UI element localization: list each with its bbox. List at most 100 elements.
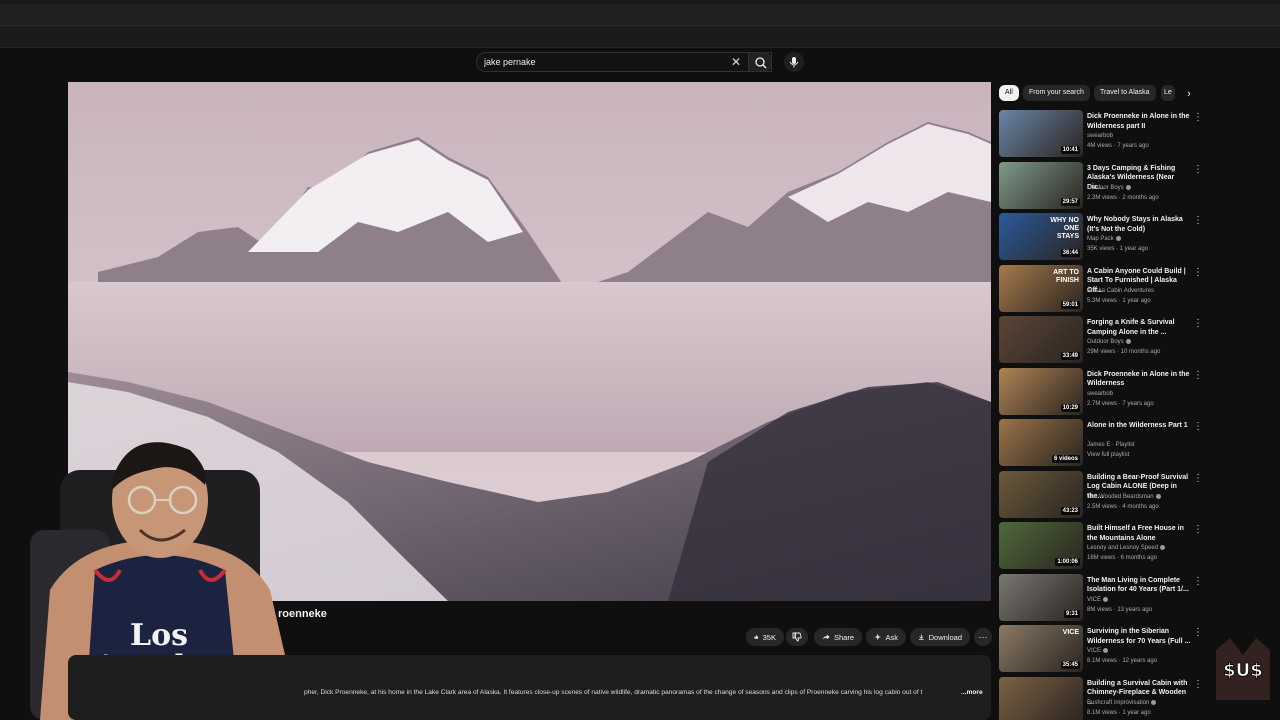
recommendation-channel[interactable]: Bushcraft improvisation: [1087, 699, 1157, 706]
recommendation-title[interactable]: The Man Living in Complete Isolation for…: [1087, 576, 1191, 595]
search-button[interactable]: [748, 52, 772, 72]
more-vertical-icon[interactable]: ⋮: [1193, 421, 1203, 433]
recommendation-title[interactable]: Dick Proenneke in Alone in the Wildernes…: [1087, 112, 1191, 131]
more-vertical-icon[interactable]: ⋮: [1193, 318, 1203, 330]
search-icon: [755, 57, 767, 69]
verified-icon: [1155, 493, 1161, 499]
video-duration: 59:01: [1060, 300, 1080, 309]
recommendation-meta: 16M views · 6 months ago: [1087, 555, 1158, 561]
more-vertical-icon[interactable]: ⋮: [1193, 679, 1203, 691]
download-button[interactable]: Download: [910, 628, 970, 646]
recommendation-title[interactable]: Forging a Knife & Survival Camping Alone…: [1087, 318, 1191, 337]
recommendation-channel[interactable]: Outdoor Boys: [1087, 339, 1131, 345]
video-thumbnail[interactable]: VICE 35:45: [999, 625, 1083, 672]
recommendation-meta: 35K views · 1 year ago: [1087, 246, 1149, 252]
recommendation-channel[interactable]: The Wooded Beardsman: [1087, 493, 1161, 500]
recommendation-item[interactable]: WHY NO ONE STAYS 36:44 Why Nobody Stays in…: [999, 213, 1203, 261]
channel-name: Bushcraft improvisation: [1087, 699, 1150, 706]
channel-logo-watermark: $U$: [1210, 630, 1276, 710]
recommendation-title[interactable]: Why Nobody Stays in Alaska (It's Not the…: [1087, 215, 1191, 234]
video-thumbnail[interactable]: 10:29: [999, 367, 1083, 415]
chip-travel-to-alaska[interactable]: Travel to Alaska: [1094, 85, 1156, 101]
recommendation-channel[interactable]: Lesnoy and Lesnoy Speed: [1087, 545, 1166, 551]
recommendation-meta: 8.1M views · 1 year ago: [1087, 709, 1151, 716]
thumbs-up-icon: [754, 635, 759, 639]
like-button[interactable]: 35K: [746, 628, 784, 646]
chip-partial[interactable]: Le: [1161, 85, 1175, 101]
ask-button[interactable]: Ask: [866, 628, 906, 646]
share-button[interactable]: Share: [814, 628, 862, 646]
recommendation-channel[interactable]: Map Pack: [1087, 236, 1121, 242]
logo-text: $U$: [1223, 660, 1263, 681]
verified-icon: [1115, 236, 1121, 241]
recommendation-meta: 29M views · 10 months ago: [1087, 349, 1161, 355]
video-thumbnail[interactable]: 6 videos: [999, 419, 1083, 466]
recommendation-title[interactable]: Dick Proenneke in Alone in the Wildernes…: [1087, 370, 1191, 389]
description-box[interactable]: pher, Dick Proenneke, at his home in the…: [68, 655, 991, 720]
recommendation-item[interactable]: 1:00:06 Built Himself a Free House in the…: [999, 522, 1203, 570]
more-vertical-icon[interactable]: ⋮: [1193, 267, 1203, 279]
more-vertical-icon[interactable]: ⋮: [1193, 627, 1203, 639]
description-text: pher, Dick Proenneke, at his home in the…: [304, 689, 923, 696]
thumbnail-overlay-text: VICE: [1062, 629, 1079, 636]
video-thumbnail[interactable]: ART TO FINISH 59:01: [999, 264, 1083, 312]
recommendation-item[interactable]: 43:23 Building a Bear-Proof Survival Log …: [999, 470, 1203, 519]
dislike-button[interactable]: [786, 628, 808, 646]
more-actions-button[interactable]: ⋯: [974, 628, 992, 646]
video-thumbnail[interactable]: [999, 676, 1083, 720]
more-vertical-icon[interactable]: ⋮: [1193, 112, 1203, 124]
more-vertical-icon[interactable]: ⋮: [1193, 215, 1203, 227]
video-thumbnail[interactable]: 10:41: [999, 110, 1083, 157]
share-label: Share: [833, 632, 854, 642]
more-vertical-icon[interactable]: ⋮: [1193, 473, 1203, 485]
chip-all[interactable]: All: [999, 85, 1019, 101]
more-vertical-icon[interactable]: ⋮: [1193, 576, 1203, 588]
video-thumbnail[interactable]: 1:00:06: [999, 522, 1083, 569]
search-input[interactable]: [477, 57, 717, 67]
recommendation-channel[interactable]: James E · Playlist: [1087, 442, 1135, 448]
recommendation-channel[interactable]: Alaska Cabin Adventures: [1087, 288, 1154, 294]
more-vertical-icon[interactable]: ⋮: [1193, 370, 1203, 382]
recommendation-title[interactable]: Surviving in the Siberian Wilderness for…: [1087, 627, 1191, 646]
recommendation-item[interactable]: 9:31 The Man Living in Complete Isolation…: [999, 573, 1203, 622]
recommendation-item[interactable]: ART TO FINISH 59:01 A Cabin Anyone Could B…: [999, 264, 1203, 313]
video-duration: 10:41: [1060, 146, 1080, 154]
recommendation-channel[interactable]: swearbob: [1087, 133, 1113, 139]
channel-name: Alaska Cabin Adventures: [1087, 287, 1155, 294]
thumbnail-overlay-text: WHY NO ONE STAYS: [1050, 217, 1079, 240]
chip-from-your-search[interactable]: From your search: [1023, 85, 1090, 101]
recommendation-item[interactable]: 6 videos Alone in the Wilderness Part 1 Ja…: [999, 419, 1203, 467]
description-more-link[interactable]: ...more: [961, 689, 983, 696]
video-duration: 43:23: [1060, 506, 1080, 515]
clear-search-icon[interactable]: ✕: [729, 55, 743, 69]
more-vertical-icon[interactable]: ⋮: [1193, 524, 1203, 536]
recommendation-channel[interactable]: VICE: [1087, 596, 1109, 603]
recommendation-item[interactable]: 29:57 3 Days Camping & Fishing Alaska's W…: [999, 161, 1203, 210]
recommendation-title[interactable]: Alone in the Wilderness Part 1: [1087, 421, 1191, 431]
more-vertical-icon[interactable]: ⋮: [1193, 164, 1203, 176]
recommendation-channel[interactable]: Outdoor Boys: [1087, 184, 1131, 191]
video-thumbnail[interactable]: 43:23: [999, 470, 1083, 518]
recommendation-item[interactable]: 10:41 Dick Proenneke in Alone in the Wild…: [999, 110, 1203, 158]
channel-name: swearbob: [1087, 390, 1114, 397]
browser-tab-strip: [0, 4, 1280, 26]
video-thumbnail[interactable]: 9:31: [999, 573, 1083, 621]
voice-search-button[interactable]: [784, 52, 804, 72]
recommendation-item[interactable]: 33:49 Forging a Knife & Survival Camping …: [999, 316, 1203, 364]
recommendation-title[interactable]: Built Himself a Free House in the Mounta…: [1087, 524, 1191, 543]
recommendation-item[interactable]: Building a Survival Cabin with Chimney-F…: [999, 676, 1203, 720]
chevron-right-icon[interactable]: ›: [1182, 87, 1196, 101]
verified-icon: [1151, 699, 1157, 705]
video-thumbnail[interactable]: 33:49: [999, 316, 1083, 363]
verified-icon: [1103, 648, 1109, 653]
recommendation-channel[interactable]: VICE: [1087, 648, 1109, 654]
video-thumbnail[interactable]: 29:57: [999, 161, 1083, 209]
verified-icon: [1125, 184, 1131, 190]
recommendation-channel[interactable]: swearbob: [1087, 391, 1113, 397]
video-thumbnail[interactable]: WHY NO ONE STAYS 36:44: [999, 213, 1083, 260]
download-icon: [918, 634, 924, 641]
recommendation-item[interactable]: 10:29 Dick Proenneke in Alone in the Wild…: [999, 367, 1203, 416]
recommendation-meta: View full playlist: [1087, 452, 1130, 458]
recommendation-item[interactable]: VICE 35:45 Surviving in the Siberian Wilde…: [999, 625, 1203, 673]
verified-icon: [1125, 339, 1131, 344]
